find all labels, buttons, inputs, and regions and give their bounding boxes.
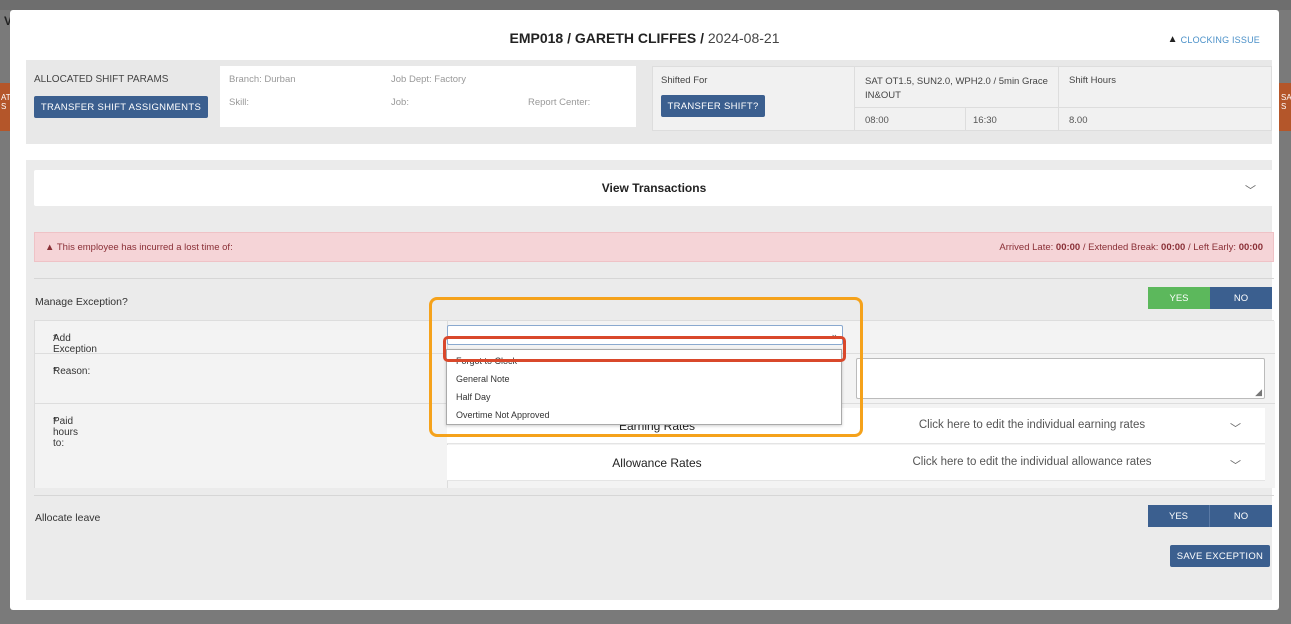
highlight-selected-option [443, 336, 846, 362]
chevron-down-icon: ﹀ [1230, 423, 1241, 435]
shift-rules: SAT OT1.5, SUN2.0, WPH2.0 / 5min Grace I… [865, 76, 1048, 101]
job-label: Job: [391, 97, 409, 108]
divider [1058, 67, 1059, 131]
shifted-for-label: Shifted For [661, 75, 708, 86]
skill-label: Skill: [229, 97, 250, 108]
alert-message: ▲ This employee has incurred a lost time… [45, 242, 233, 253]
transfer-shift-assignments-button[interactable]: TRANSFER SHIFT ASSIGNMENTS [34, 96, 208, 118]
add-exception-row: Add Exception * [35, 321, 448, 355]
left-early-value: 00:00 [1238, 242, 1263, 253]
manage-exception-label: Manage Exception? [35, 296, 128, 308]
arrived-late-value: 00:00 [1055, 242, 1081, 253]
title-date: 2024-08-21 [707, 30, 780, 46]
resize-grip-icon[interactable]: ◢ [1255, 387, 1262, 398]
branch-label: Branch: Durban [229, 74, 296, 85]
allowance-rates-label: Allowance Rates [612, 456, 702, 470]
allocated-shift-params-label: ALLOCATED SHIFT PARAMS [34, 74, 169, 85]
allocate-leave-yes-button[interactable]: YES [1148, 505, 1210, 527]
shift-start-time: 08:00 [865, 115, 889, 126]
background-tab-right-label: SA S [1281, 93, 1291, 111]
background-page [0, 0, 1291, 10]
allocate-leave-toggle: YES NO [1148, 505, 1272, 527]
chevron-down-icon: ﹀ [1245, 185, 1256, 197]
background-tab-right: SA S [1279, 83, 1291, 131]
clocking-issue-link[interactable]: ▲ CLOCKING ISSUE [1168, 34, 1260, 45]
arrived-late-label: Arrived Late: [999, 242, 1054, 253]
shift-params-panel: ALLOCATED SHIFT PARAMS TRANSFER SHIFT AS… [26, 60, 1272, 144]
warning-icon: ▲ [45, 242, 55, 253]
divider [854, 107, 1272, 108]
highlight-box [429, 297, 863, 437]
view-transactions-label: View Transactions [601, 181, 707, 195]
allocate-leave-label: Allocate leave [35, 512, 101, 524]
allowance-rates-hint: Click here to edit the individual allowa… [912, 456, 1152, 468]
extended-break-value: 00:00 [1161, 242, 1186, 253]
reason-row: Reason: * [35, 354, 448, 404]
divider [965, 107, 966, 131]
reason-textarea[interactable]: ◢ [856, 358, 1265, 399]
left-early-label: / Left Early: [1187, 242, 1237, 253]
shift-hours-label: Shift Hours [1069, 75, 1116, 86]
chevron-down-icon: ﹀ [1230, 460, 1241, 472]
lost-time-alert: ▲ This employee has incurred a lost time… [34, 232, 1274, 262]
earning-rates-hint: Click here to edit the individual earnin… [918, 419, 1146, 431]
shift-end-time: 16:30 [973, 115, 997, 126]
divider [854, 67, 855, 131]
view-transactions-accordion[interactable]: View Transactions ﹀ [34, 170, 1274, 206]
alert-times: Arrived Late: 00:00 / Extended Break: 00… [999, 242, 1263, 253]
transfer-shift-button[interactable]: TRANSFER SHIFT? [661, 95, 765, 117]
alert-message-text: This employee has incurred a lost time o… [56, 242, 233, 253]
allocation-details: Branch: Durban Job Dept: Factory Skill: … [220, 66, 636, 127]
shift-details: Shifted For TRANSFER SHIFT? SAT OT1.5, S… [652, 66, 1272, 131]
manage-exception-toggle: YES NO [1148, 287, 1272, 309]
manage-exception-no-button[interactable]: NO [1210, 287, 1272, 309]
background-tab-left: AT S [0, 83, 10, 131]
manage-exception-yes-button[interactable]: YES [1148, 287, 1210, 309]
save-exception-button[interactable]: SAVE EXCEPTION [1170, 545, 1270, 567]
divider [34, 495, 1274, 496]
report-center-label: Report Center: [528, 97, 591, 108]
divider [34, 278, 1274, 279]
paid-hours-row: Paid hours to: * [35, 404, 448, 488]
warning-icon: ▲ [1167, 34, 1178, 45]
allocate-leave-no-button[interactable]: NO [1210, 505, 1272, 527]
job-dept-label: Job Dept: Factory [391, 74, 466, 85]
allowance-rates-accordion[interactable]: Allowance Rates Click here to edit the i… [447, 445, 1265, 481]
modal-title: EMP018 / GARETH CLIFFES / 2024-08-21 [10, 30, 1279, 46]
extended-break-label: / Extended Break: [1082, 242, 1159, 253]
shift-hours-value: 8.00 [1069, 115, 1088, 126]
employee-title: EMP018 / GARETH CLIFFES / [509, 30, 704, 46]
clocking-issue-label: CLOCKING ISSUE [1180, 34, 1260, 45]
